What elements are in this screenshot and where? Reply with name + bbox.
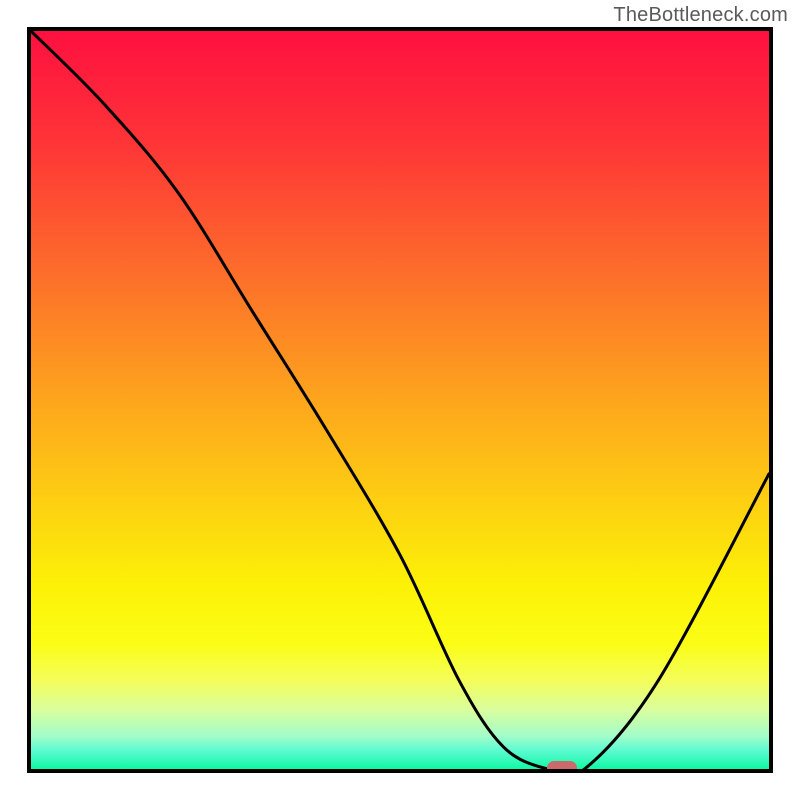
optimal-marker (547, 761, 577, 773)
chart-plot-area (27, 27, 773, 773)
chart-curve (31, 31, 769, 769)
watermark-text: TheBottleneck.com (613, 4, 788, 27)
